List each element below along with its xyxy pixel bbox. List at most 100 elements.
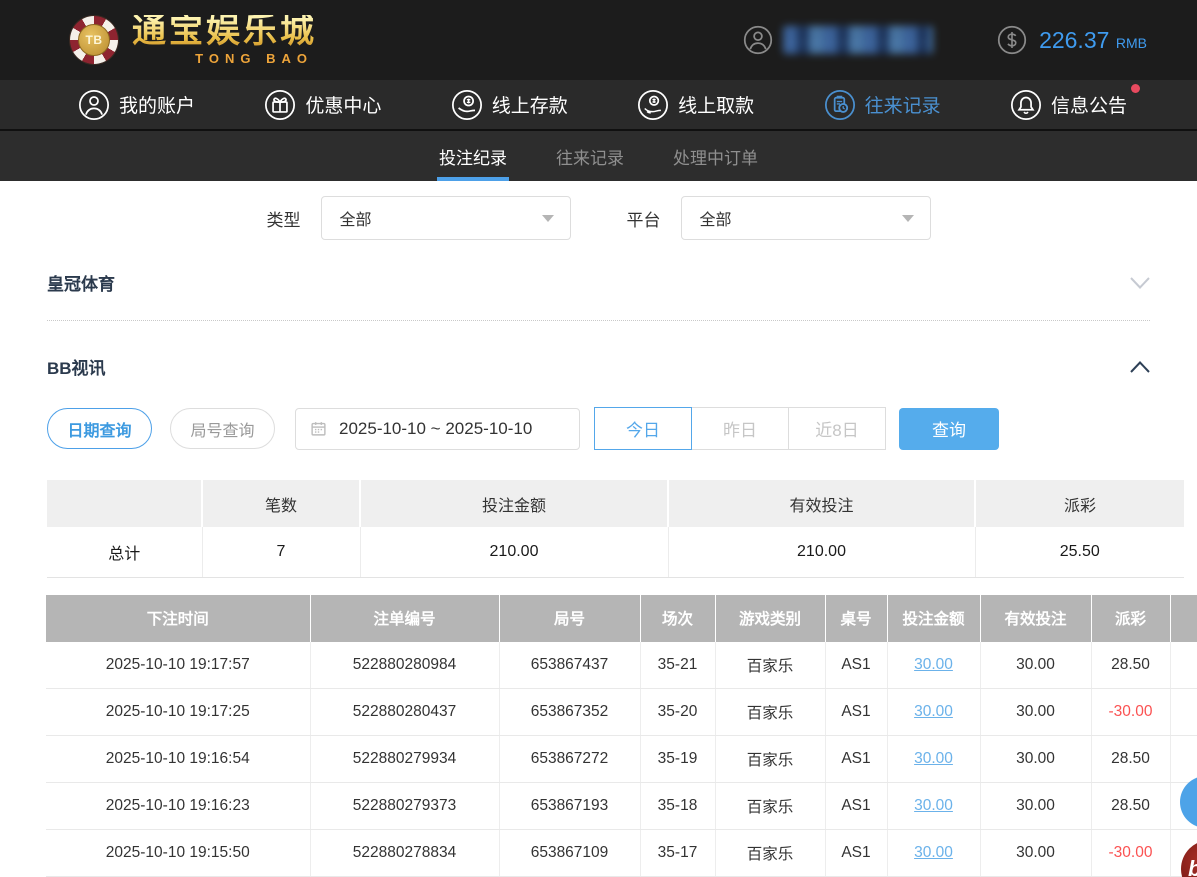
cell-2: 653867109 [499, 829, 641, 877]
cell-7: 30.00 [980, 688, 1092, 736]
bet-amount-link: 30.00 [914, 844, 953, 861]
cell-7: 30.00 [980, 782, 1092, 830]
date-range-value: 2025-10-10 ~ 2025-10-10 [339, 418, 533, 438]
summary-header-valid: 有效投注 [668, 480, 976, 527]
nav-item-announcements[interactable]: 信息公告 [1010, 83, 1140, 121]
top-header: TB 通宝娱乐城 TONG BAO 226.37 RMB [0, 0, 1197, 80]
brand-subtitle: TONG BAO [195, 50, 313, 66]
summary-header-bet: 投注金额 [360, 480, 669, 527]
cell-0: 2025-10-10 19:16:54 [46, 735, 311, 783]
summary-header-count: 笔数 [202, 480, 361, 527]
records-header-row: 下注时间 注单编号 局号 场次 游戏类别 桌号 投注金额 有效投注 派彩 [46, 594, 1197, 642]
summary-payout: 25.50 [975, 527, 1184, 578]
nav-item-transaction-records[interactable]: 往来记录 [824, 89, 941, 121]
content: 类型 全部 平台 全部 皇冠体育 BB视讯 日期查询 局号查询 2025-10-… [0, 196, 1197, 877]
bet-amount-link: 30.00 [914, 703, 953, 720]
cell-4: 百家乐 [715, 688, 826, 736]
cell-3: 35-17 [640, 829, 716, 877]
deposit-icon [451, 89, 483, 121]
summary-bet-amount: 210.00 [360, 527, 669, 578]
header-bet-amount: 投注金额 [887, 594, 981, 642]
today-button[interactable]: 今日 [594, 407, 692, 450]
balance[interactable]: 226.37 RMB [997, 25, 1147, 55]
cell-5: AS1 [825, 782, 888, 830]
date-query-button[interactable]: 日期查询 [47, 408, 152, 449]
cell-1: 522880279373 [310, 782, 500, 830]
nav-item-withdraw[interactable]: 线上取款 [637, 89, 754, 121]
cell-8: -30.00 [1091, 688, 1171, 736]
nav-item-deposit[interactable]: 线上存款 [451, 89, 568, 121]
summary-header-row: 笔数 投注金额 有效投注 派彩 [47, 480, 1184, 527]
section-crown-sports[interactable]: 皇冠体育 [47, 270, 1150, 321]
summary-table: 笔数 投注金额 有效投注 派彩 总计 7 210.00 210.00 25.50 [47, 480, 1184, 578]
user-avatar-icon [743, 25, 773, 55]
cell-3: 35-20 [640, 688, 716, 736]
tab-transaction-records[interactable]: 往来记录 [554, 131, 626, 181]
cell-4: 百家乐 [715, 782, 826, 830]
cell-8: 28.50 [1091, 782, 1171, 830]
cell-6[interactable]: 30.00 [887, 688, 981, 736]
cell-5: AS1 [825, 641, 888, 689]
cell-5: AS1 [825, 735, 888, 783]
cell-4: 百家乐 [715, 735, 826, 783]
section-bb-video[interactable]: BB视讯 [47, 354, 1150, 379]
chip-monogram: TB [78, 24, 110, 56]
cell-2: 653867193 [499, 782, 641, 830]
tab-betting-records[interactable]: 投注纪录 [437, 131, 509, 181]
nav-item-my-account[interactable]: 我的账户 [78, 89, 195, 121]
user-account[interactable] [743, 25, 934, 55]
records-table: 下注时间 注单编号 局号 场次 游戏类别 桌号 投注金额 有效投注 派彩 202… [46, 594, 1197, 877]
header-order-no: 注单编号 [310, 594, 500, 642]
header-session: 场次 [640, 594, 716, 642]
cell-6[interactable]: 30.00 [887, 641, 981, 689]
dollar-coin-icon [997, 25, 1027, 55]
nav-item-promotions[interactable]: 优惠中心 [264, 89, 381, 121]
cell-2: 653867272 [499, 735, 641, 783]
cell-2: 653867352 [499, 688, 641, 736]
notification-dot [1130, 83, 1140, 93]
cell-3: 35-18 [640, 782, 716, 830]
search-button[interactable]: 查询 [899, 407, 999, 450]
tab-pending-orders[interactable]: 处理中订单 [671, 131, 760, 181]
last-8-days-button[interactable]: 近8日 [788, 407, 886, 450]
section-title-crown: 皇冠体育 [47, 275, 115, 294]
cell-8: 28.50 [1091, 641, 1171, 689]
cell-3: 35-19 [640, 735, 716, 783]
type-filter-label: 类型 [266, 210, 301, 230]
header-payout: 派彩 [1091, 594, 1171, 642]
yesterday-button[interactable]: 昨日 [691, 407, 789, 450]
cell-6[interactable]: 30.00 [887, 782, 981, 830]
cell-7: 30.00 [980, 829, 1092, 877]
round-query-button[interactable]: 局号查询 [170, 408, 275, 449]
filter-row: 类型 全部 平台 全部 [0, 196, 1197, 240]
type-select-value: 全部 [339, 212, 372, 229]
type-select[interactable]: 全部 [320, 196, 571, 240]
cell-overflow [1170, 735, 1197, 783]
platform-select[interactable]: 全部 [680, 196, 931, 240]
bet-record-row: 2025-10-10 19:17:25 522880280437 653867352… [46, 688, 1197, 736]
cell-1: 522880279934 [310, 735, 500, 783]
platform-select-value: 全部 [699, 212, 732, 229]
bet-amount-link: 30.00 [914, 750, 953, 767]
header-bet-time: 下注时间 [46, 594, 311, 642]
cell-0: 2025-10-10 19:16:23 [46, 782, 311, 830]
brand-logo[interactable]: TB 通宝娱乐城 TONG BAO [70, 14, 317, 66]
chevron-down-icon [541, 214, 554, 222]
bet-amount-link: 30.00 [914, 797, 953, 814]
bet-record-row: 2025-10-10 19:16:23 522880279373 653867193… [46, 782, 1197, 830]
header-overflow [1170, 594, 1197, 642]
user-icon [78, 89, 110, 121]
cell-6[interactable]: 30.00 [887, 735, 981, 783]
bet-record-row: 2025-10-10 19:15:50 522880278834 653867109… [46, 829, 1197, 877]
chevron-up-icon [1130, 360, 1150, 373]
summary-valid-bet: 210.00 [668, 527, 976, 578]
balance-currency: RMB [1115, 34, 1147, 51]
header-game-type: 游戏类别 [715, 594, 826, 642]
quick-date-group: 今日 昨日 近8日 [594, 407, 886, 450]
chevron-down-icon [1130, 276, 1150, 289]
main-nav: 我的账户 优惠中心 线上存款 线上取款 往来记录 信息公告 [0, 80, 1197, 131]
cell-6[interactable]: 30.00 [887, 829, 981, 877]
bet-record-row: 2025-10-10 19:17:57 522880280984 653867437… [46, 641, 1197, 689]
date-range-input[interactable]: 2025-10-10 ~ 2025-10-10 [295, 407, 580, 450]
cell-0: 2025-10-10 19:17:25 [46, 688, 311, 736]
